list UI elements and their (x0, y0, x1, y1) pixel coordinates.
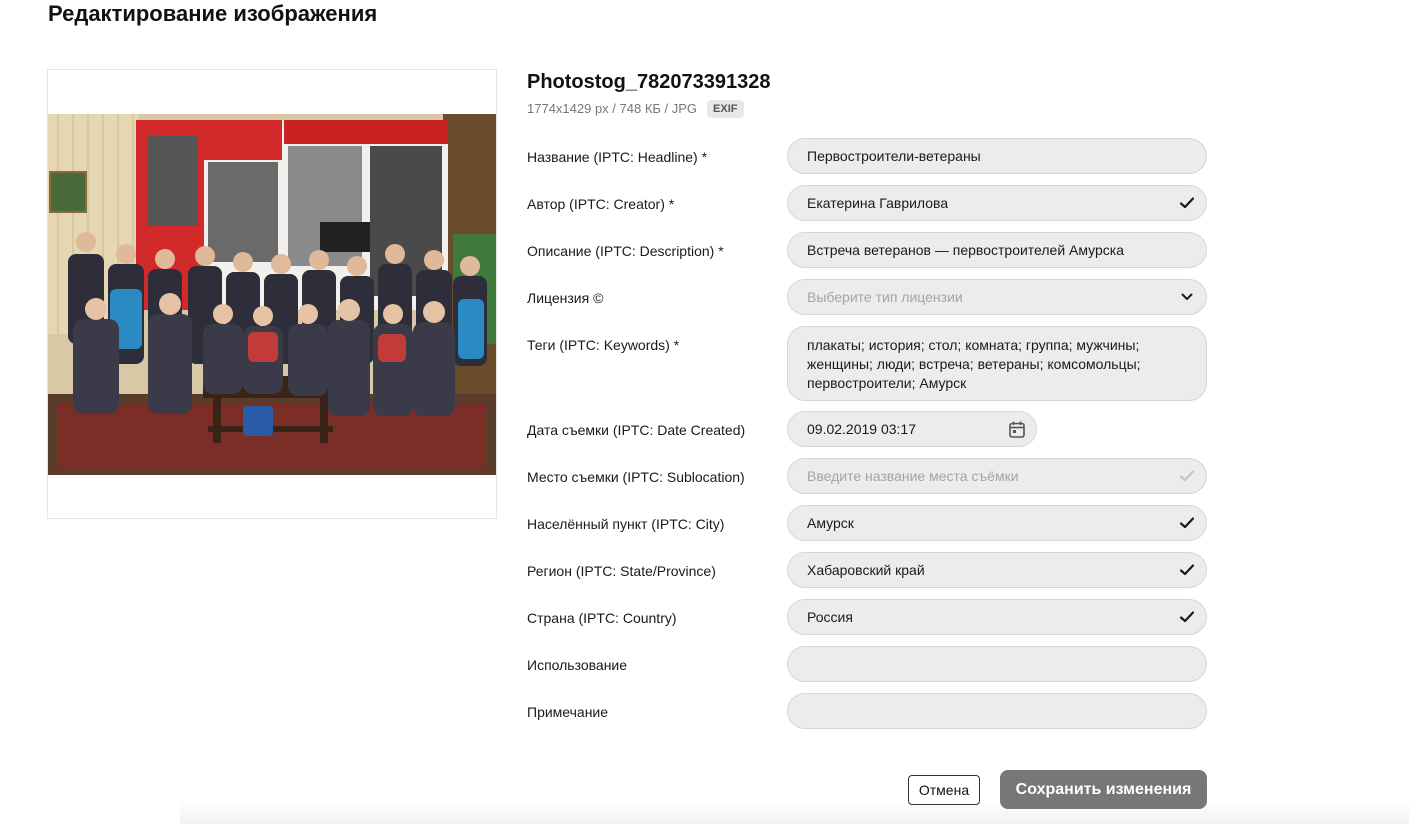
keywords-value: плакаты; история; стол; комната; группа;… (807, 337, 1141, 391)
headline-value: Первостроители-ветераны (807, 148, 981, 164)
check-icon (1179, 468, 1195, 484)
check-icon (1179, 609, 1195, 625)
date-created-value: 09.02.2019 03:17 (807, 421, 916, 437)
headline-field[interactable]: Первостроители-ветераны (787, 138, 1207, 174)
usage-label: Использование (527, 657, 628, 673)
country-value: Россия (807, 609, 853, 625)
edit-image-page: Редактирование изображения Photostog_782… (0, 0, 1409, 824)
city-field[interactable]: Амурск (787, 505, 1207, 541)
creator-value: Екатерина Гаврилова (807, 195, 949, 211)
state-field[interactable]: Хабаровский край (787, 552, 1207, 588)
date-created-label: Дата съемки (IPTC: Date Created) (527, 422, 746, 438)
country-field[interactable]: Россия (787, 599, 1207, 635)
image-preview (47, 69, 497, 519)
file-name: Photostog_782073391328 (527, 71, 771, 93)
keywords-label: Теги (IPTC: Keywords) * (527, 337, 680, 353)
license-label: Лицензия © (527, 290, 604, 306)
calendar-icon[interactable] (1009, 421, 1025, 438)
exif-badge[interactable]: EXIF (707, 100, 744, 118)
file-meta: 1774x1429 px / 748 КБ / JPG EXIF (527, 100, 744, 118)
creator-label: Автор (IPTC: Creator) * (527, 196, 675, 212)
description-label: Описание (IPTC: Description) * (527, 243, 724, 259)
sublocation-label: Место съемки (IPTC: Sublocation) (527, 469, 745, 485)
chevron-down-icon[interactable] (1179, 289, 1195, 305)
usage-field[interactable] (787, 646, 1207, 682)
city-value: Амурск (807, 515, 854, 531)
page-title: Редактирование изображения (48, 1, 378, 26)
note-label: Примечание (527, 704, 609, 720)
note-field[interactable] (787, 693, 1207, 729)
license-placeholder: Выберите тип лицензии (807, 289, 963, 305)
state-value: Хабаровский край (807, 562, 925, 578)
date-created-field[interactable]: 09.02.2019 03:17 (787, 411, 1037, 447)
keywords-textarea[interactable]: плакаты; история; стол; комната; группа;… (787, 326, 1207, 401)
footer-shadow (180, 800, 1409, 824)
description-value: Встреча ветеранов — первостроителей Амур… (807, 242, 1125, 258)
sublocation-field[interactable]: Введите название места съёмки (787, 458, 1207, 494)
check-icon (1179, 515, 1195, 531)
sublocation-placeholder: Введите название места съёмки (807, 468, 1019, 484)
state-label: Регион (IPTC: State/Province) (527, 563, 716, 579)
file-meta-text: 1774x1429 px / 748 КБ / JPG (527, 101, 698, 116)
save-changes-button[interactable]: Сохранить изменения (1000, 770, 1207, 809)
group-photo (48, 114, 496, 475)
check-icon (1179, 562, 1195, 578)
headline-label: Название (IPTC: Headline) * (527, 149, 708, 165)
cancel-button[interactable]: Отмена (908, 775, 980, 805)
creator-field[interactable]: Екатерина Гаврилова (787, 185, 1207, 221)
city-label: Населённый пункт (IPTC: City) (527, 516, 725, 532)
description-field[interactable]: Встреча ветеранов — первостроителей Амур… (787, 232, 1207, 268)
country-label: Страна (IPTC: Country) (527, 610, 677, 626)
check-icon (1179, 195, 1195, 211)
license-select[interactable]: Выберите тип лицензии (787, 279, 1207, 315)
